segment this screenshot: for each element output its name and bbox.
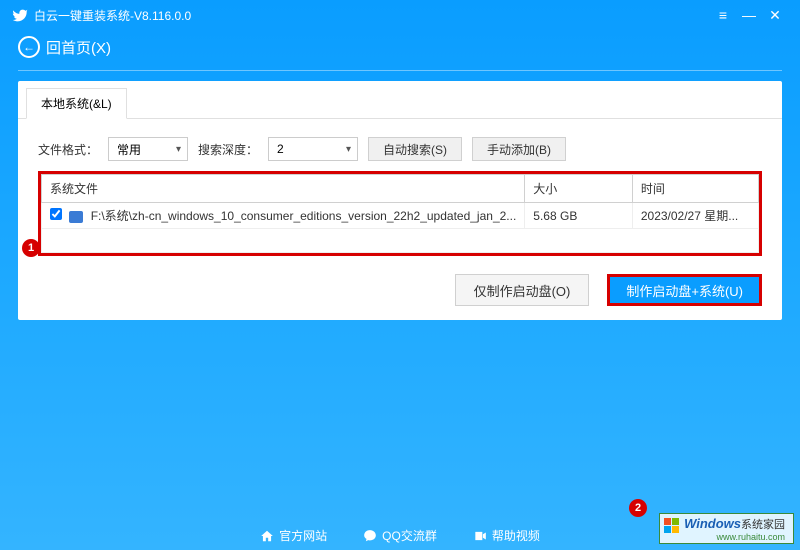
header-divider xyxy=(18,70,782,71)
system-file-table-highlight: 系统文件 大小 时间 F:\系统\zh-cn_windows_10_consum… xyxy=(38,171,762,256)
home-icon xyxy=(260,529,274,543)
watermark-brand: Windows xyxy=(684,516,741,531)
back-button[interactable]: ← xyxy=(18,36,40,58)
minimize-button[interactable]: — xyxy=(736,7,762,23)
row-checkbox[interactable] xyxy=(50,208,62,220)
app-logo-icon xyxy=(12,7,28,23)
back-label[interactable]: 回首页(X) xyxy=(46,37,111,58)
manual-add-button[interactable]: 手动添加(B) xyxy=(472,137,566,161)
row-size: 5.68 GB xyxy=(525,203,633,229)
footer-help-video[interactable]: 帮助视频 xyxy=(473,527,540,544)
auto-search-button[interactable]: 自动搜索(S) xyxy=(368,137,462,161)
video-icon xyxy=(473,529,487,543)
search-depth-select[interactable]: 2 xyxy=(268,137,358,161)
table-row[interactable]: F:\系统\zh-cn_windows_10_consumer_editions… xyxy=(42,203,759,229)
watermark-url: www.ruhaitu.com xyxy=(716,532,785,542)
row-file-path: F:\系统\zh-cn_windows_10_consumer_editions… xyxy=(91,209,517,223)
watermark-badge: Windows系统家园 www.ruhaitu.com xyxy=(659,513,794,544)
file-format-select[interactable]: 常用 xyxy=(108,137,188,161)
make-boot-disk-only-button[interactable]: 仅制作启动盘(O) xyxy=(455,274,590,306)
col-header-time[interactable]: 时间 xyxy=(632,175,758,203)
col-header-file[interactable]: 系统文件 xyxy=(42,175,525,203)
callout-marker-1: 1 xyxy=(22,239,40,257)
make-boot-disk-with-system-button[interactable]: 制作启动盘+系统(U) xyxy=(607,274,762,306)
file-format-label: 文件格式： xyxy=(38,141,98,158)
watermark-suffix: 系统家园 xyxy=(741,519,785,531)
app-title: 白云一键重装系统-V8.116.0.0 xyxy=(34,7,191,24)
menu-button[interactable]: ≡ xyxy=(710,7,736,23)
callout-marker-2: 2 xyxy=(629,499,647,517)
col-header-size[interactable]: 大小 xyxy=(525,175,633,203)
footer-official-site[interactable]: 官方网站 xyxy=(260,527,327,544)
search-depth-label: 搜索深度： xyxy=(198,141,258,158)
footer-qq-group[interactable]: QQ交流群 xyxy=(363,527,437,544)
tab-local-system[interactable]: 本地系统(&L) xyxy=(26,88,127,119)
windows-flag-icon xyxy=(664,518,680,534)
chat-icon xyxy=(363,529,377,543)
iso-file-icon xyxy=(69,211,83,223)
back-arrow-icon: ← xyxy=(23,40,35,54)
row-time: 2023/02/27 星期... xyxy=(632,203,758,229)
close-button[interactable]: ✕ xyxy=(762,7,788,24)
